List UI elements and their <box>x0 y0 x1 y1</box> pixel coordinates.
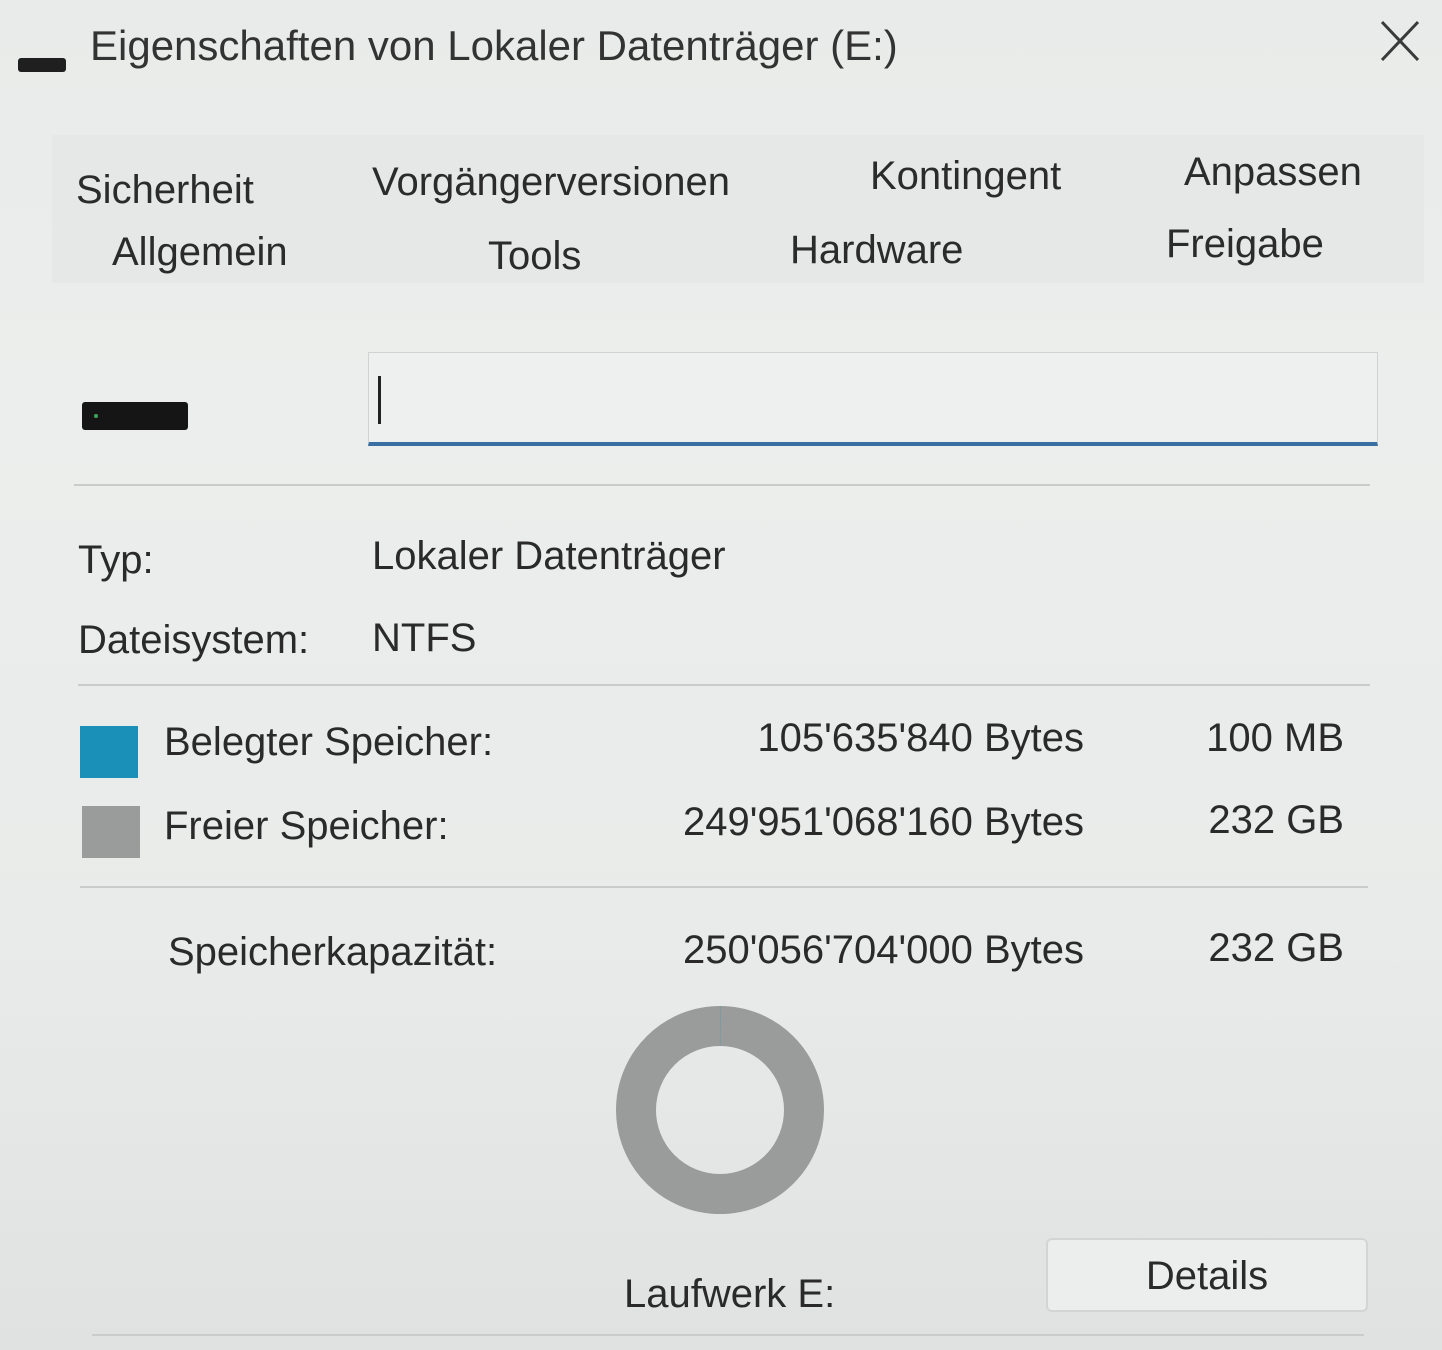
details-button[interactable]: Details <box>1046 1238 1368 1312</box>
donut-free-segment <box>616 1006 824 1214</box>
tab-tools[interactable]: Tools <box>488 234 581 279</box>
type-label: Typ: <box>78 538 154 582</box>
drive-icon <box>18 58 66 72</box>
divider <box>92 1334 1364 1336</box>
properties-window: Eigenschaften von Lokaler Datenträger (E… <box>0 0 1442 1350</box>
tab-vorgaengerversionen[interactable]: Vorgängerversionen <box>372 160 730 205</box>
free-space-bytes: 249'951'068'160 Bytes <box>682 800 1084 844</box>
used-space-bytes: 105'635'840 Bytes <box>757 716 1084 760</box>
used-space-swatch <box>80 726 138 778</box>
close-icon <box>1380 20 1420 62</box>
divider <box>80 886 1368 888</box>
drive-letter-label: Laufwerk E: <box>624 1272 836 1316</box>
type-value: Lokaler Datenträger <box>372 534 726 578</box>
used-space-size: 100 MB <box>1206 716 1344 760</box>
window-title: Eigenschaften von Lokaler Datenträger (E… <box>90 22 898 69</box>
tab-freigabe[interactable]: Freigabe <box>1166 222 1324 267</box>
filesystem-value: NTFS <box>372 616 477 660</box>
divider <box>74 484 1370 486</box>
usage-donut-chart <box>616 1006 824 1214</box>
filesystem-label: Dateisystem: <box>78 618 310 662</box>
drive-name-input[interactable] <box>368 352 1378 446</box>
tab-allgemein[interactable]: Allgemein <box>112 230 288 275</box>
drive-icon <box>82 402 188 430</box>
free-space-swatch <box>82 806 140 858</box>
divider <box>78 684 1370 686</box>
tab-sicherheit[interactable]: Sicherheit <box>76 168 254 213</box>
capacity-label: Speicherkapazität: <box>168 930 498 974</box>
capacity-bytes: 250'056'704'000 Bytes <box>682 928 1084 972</box>
text-caret <box>378 376 381 424</box>
close-button[interactable] <box>1372 14 1428 70</box>
capacity-size: 232 GB <box>1208 926 1344 970</box>
free-space-size: 232 GB <box>1208 798 1344 842</box>
tab-kontingent[interactable]: Kontingent <box>870 154 1061 199</box>
used-space-label: Belegter Speicher: <box>164 720 494 764</box>
tab-anpassen[interactable]: Anpassen <box>1184 150 1362 195</box>
free-space-label: Freier Speicher: <box>164 804 449 848</box>
tab-hardware[interactable]: Hardware <box>790 228 963 273</box>
drive-led <box>94 414 98 418</box>
title-bar: Eigenschaften von Lokaler Datenträger (E… <box>0 0 1442 110</box>
